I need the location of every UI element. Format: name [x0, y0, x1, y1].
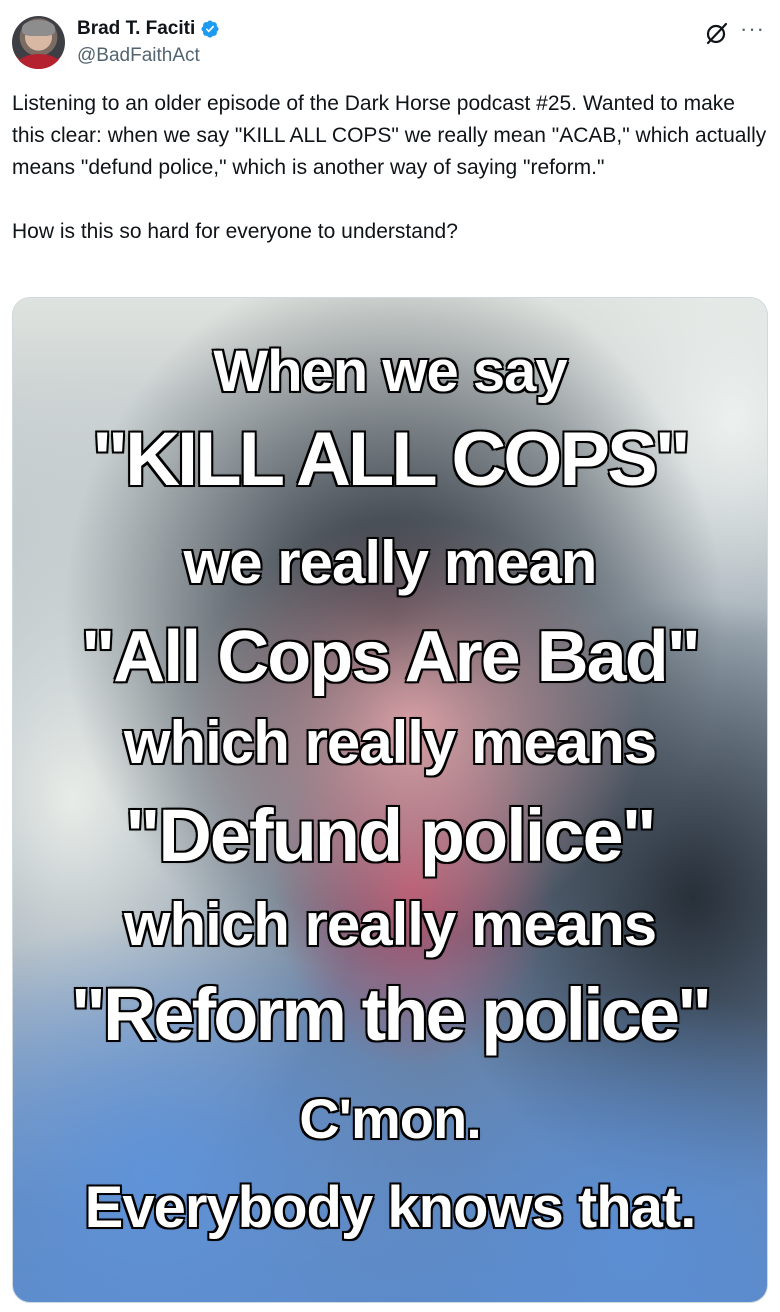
author-handle[interactable]: @BadFaithAct: [77, 43, 200, 69]
post-text: Listening to an older episode of the Dar…: [12, 88, 768, 248]
post-media-image[interactable]: When we say "KILL ALL COPS" we really me…: [12, 297, 768, 1303]
avatar-shirt: [18, 54, 60, 69]
avatar[interactable]: [12, 16, 65, 69]
post-paragraph-1: Listening to an older episode of the Dar…: [12, 92, 767, 179]
author-name[interactable]: Brad T. Faciti: [77, 16, 195, 42]
meme-text-line-8: "Reform the police": [69, 972, 713, 1058]
verified-badge-icon: [201, 20, 219, 38]
meme-text-line-1: When we say: [212, 338, 569, 406]
meme-text-line-6: "Defund police": [124, 793, 658, 879]
grok-icon[interactable]: [704, 20, 730, 46]
meme-text-line-9: C'mon.: [298, 1086, 484, 1152]
more-options-icon[interactable]: ···: [740, 16, 765, 42]
meme-text-line-3: we really mean: [182, 528, 599, 598]
author-name-row[interactable]: Brad T. Faciti: [77, 16, 220, 42]
meme-text-line-10: Everybody knows that.: [83, 1174, 698, 1242]
meme-text-line-4: "All Cops Are Bad": [80, 616, 703, 699]
avatar-hair: [22, 20, 55, 36]
post-paragraph-2: How is this so hard for everyone to unde…: [12, 220, 458, 243]
meme-text-line-2: "KILL ALL COPS": [91, 416, 693, 504]
meme-text-line-7: which really means: [122, 890, 658, 960]
meme-text-line-5: which really means: [122, 708, 658, 778]
